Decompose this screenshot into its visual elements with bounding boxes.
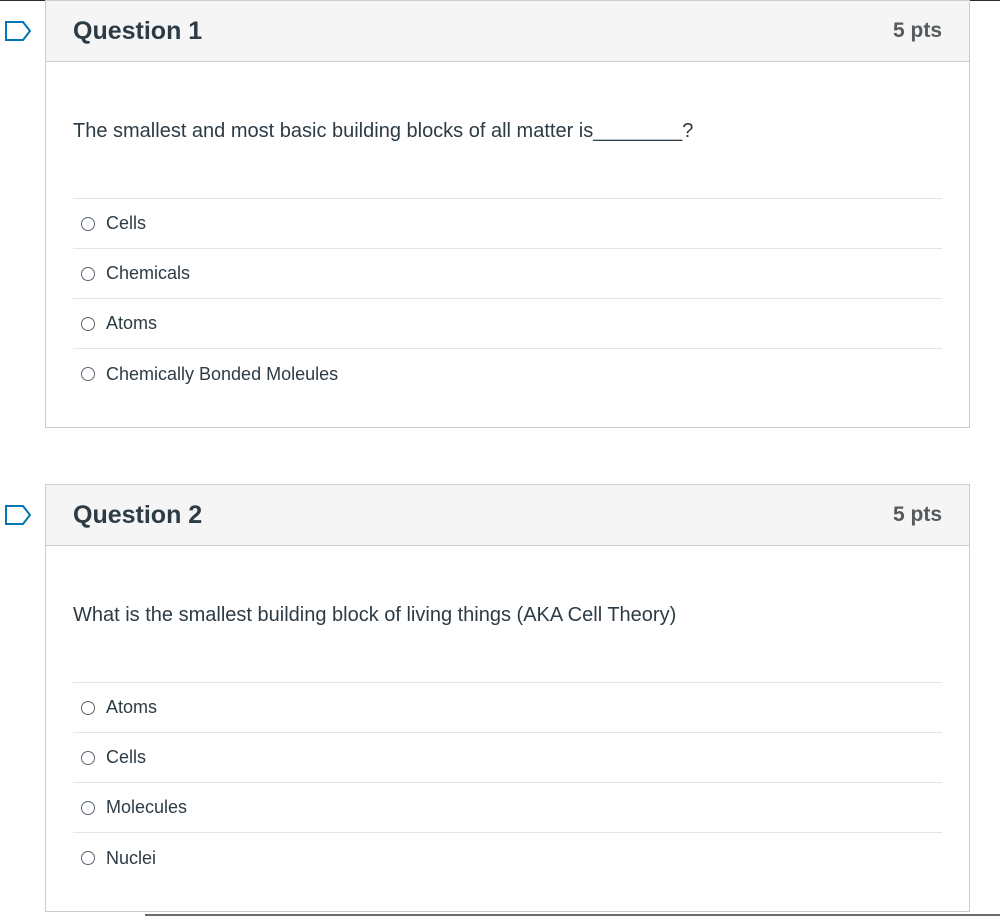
radio-button-icon[interactable] — [81, 266, 95, 281]
answer-option[interactable]: Cells — [73, 199, 942, 249]
answer-option[interactable]: Chemicals — [73, 249, 942, 299]
answer-option[interactable]: Atoms — [73, 683, 942, 733]
question-1-points: 5 pts — [892, 19, 942, 42]
bottom-rule — [145, 914, 1000, 916]
answer-option[interactable]: Atoms — [73, 299, 942, 349]
radio-button-icon[interactable] — [81, 316, 95, 331]
answer-option[interactable]: Cells — [73, 733, 942, 783]
answer-option[interactable]: Chemically Bonded Moleules — [73, 349, 942, 399]
question-1-text: The smallest and most basic building blo… — [73, 62, 942, 199]
answer-label: Chemically Bonded Moleules — [106, 363, 339, 384]
answer-label: Chemicals — [106, 263, 191, 283]
radio-button-icon[interactable] — [81, 800, 95, 815]
answer-option[interactable]: Nuclei — [73, 833, 942, 883]
question-1-header: Question 1 5 pts — [46, 1, 969, 62]
answer-label: Nuclei — [106, 847, 157, 868]
radio-button-icon[interactable] — [81, 700, 95, 715]
question-2-points: 5 pts — [892, 503, 942, 526]
question-2-answers: Atoms Cells Molecules Nuclei — [73, 683, 942, 883]
question-2-card: Question 2 5 pts What is the smallest bu… — [45, 484, 970, 912]
answer-label: Cells — [106, 747, 147, 767]
radio-button-icon[interactable] — [81, 750, 95, 765]
flag-question-1-icon[interactable] — [4, 20, 32, 42]
answer-label: Atoms — [106, 697, 158, 717]
answer-label: Atoms — [106, 313, 158, 333]
answer-label: Cells — [106, 213, 147, 233]
question-2-header: Question 2 5 pts — [46, 485, 969, 546]
question-2-title: Question 2 — [73, 500, 203, 529]
answer-label: Molecules — [106, 797, 188, 817]
answer-option[interactable]: Molecules — [73, 783, 942, 833]
radio-button-icon[interactable] — [81, 367, 95, 381]
question-2-text: What is the smallest building block of l… — [73, 546, 942, 683]
radio-button-icon[interactable] — [81, 216, 95, 231]
flag-question-2-icon[interactable] — [4, 504, 32, 526]
question-1-answers: Cells Chemicals Atoms Chemically Bonded … — [73, 199, 942, 399]
question-1-title: Question 1 — [73, 16, 203, 45]
question-1-card: Question 1 5 pts The smallest and most b… — [45, 0, 970, 428]
radio-button-icon[interactable] — [81, 851, 95, 865]
